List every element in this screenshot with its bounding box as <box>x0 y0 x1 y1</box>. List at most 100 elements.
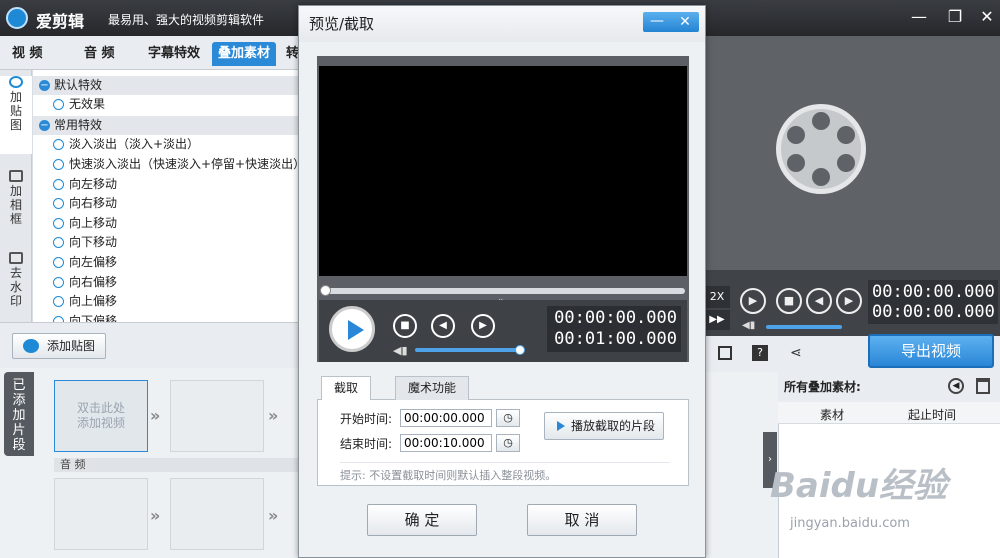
maximize-icon[interactable]: ❐ <box>942 6 968 28</box>
tab-magic-functions[interactable]: 魔术功能 <box>395 376 470 400</box>
radio-icon[interactable] <box>53 179 64 190</box>
group-label: 默认特效 <box>54 78 103 92</box>
effect-group-default[interactable]: − 默认特效 <box>33 76 300 95</box>
effect-label: 淡入淡出（淡入+淡出） <box>69 137 200 151</box>
effect-item[interactable]: 快速淡入淡出（快速淡入+停留+快速淡出） <box>53 155 300 174</box>
audio-slot[interactable] <box>54 478 148 550</box>
video-slot[interactable] <box>170 380 264 452</box>
confirm-button[interactable]: 确 定 <box>367 504 477 536</box>
effect-label: 向右移动 <box>69 196 118 210</box>
volume-handle[interactable] <box>515 345 525 355</box>
fast-forward-icon[interactable]: ▶▶ <box>704 310 730 330</box>
side-tabs: 加贴图 加相框 去水印 <box>0 70 32 322</box>
speed-button[interactable]: 2X <box>704 286 730 308</box>
audio-slot[interactable] <box>170 478 264 550</box>
radio-icon[interactable] <box>53 277 64 288</box>
watermark-icon <box>9 252 23 264</box>
main-timecode: 00:00:00.000 00:00:00.000 <box>868 280 998 324</box>
close-icon[interactable]: ✕ <box>974 6 1000 28</box>
radio-icon[interactable] <box>53 296 64 307</box>
effect-label: 向下移动 <box>69 235 118 249</box>
dialog-close-icon[interactable]: ✕ <box>671 12 699 32</box>
next-frame-icon[interactable]: ▶ <box>836 288 862 314</box>
add-sticker-button[interactable]: 添加贴图 <box>12 333 106 359</box>
tab-audio[interactable]: 音 频 <box>78 42 121 66</box>
effect-item[interactable]: 无效果 <box>53 95 105 114</box>
effect-label: 无效果 <box>69 97 106 111</box>
dialog-player: ⌄ ■ ◀ ▶ ◀▮ 00:00:00.000 00:01:00.000 <box>317 56 689 362</box>
effect-item[interactable]: 向右移动 <box>53 194 117 213</box>
radio-icon[interactable] <box>53 257 64 268</box>
radio-icon[interactable] <box>53 218 64 229</box>
effect-group-common[interactable]: − 常用特效 <box>33 116 300 135</box>
prev-frame-icon[interactable]: ◀ <box>431 314 455 338</box>
volume-icon[interactable]: ◀▮ <box>742 320 755 331</box>
end-time-input[interactable] <box>400 434 492 452</box>
cancel-button[interactable]: 取 消 <box>527 504 637 536</box>
trash-icon[interactable] <box>976 378 990 394</box>
stop-icon[interactable]: ■ <box>393 314 417 338</box>
effect-item[interactable]: 向下偏移 <box>53 312 117 322</box>
clock-icon[interactable]: ◷ <box>496 409 520 427</box>
help-icon[interactable]: ? <box>752 345 768 361</box>
effect-label: 向左移动 <box>69 177 118 191</box>
radio-icon[interactable] <box>53 99 64 110</box>
next-frame-icon[interactable]: ▶ <box>471 314 495 338</box>
effect-item[interactable]: 向上移动 <box>53 214 117 233</box>
effect-label: 向上移动 <box>69 216 118 230</box>
volume-icon[interactable]: ◀▮ <box>393 344 408 357</box>
play-icon[interactable]: ▶ <box>740 288 766 314</box>
chevron-right-icon: » <box>268 406 279 425</box>
cut-panel: 开始时间: ◷ 结束时间: ◷ 播放截取的片段 提示: 不设置截取时间则默认插入… <box>317 400 689 486</box>
side-tab-label: 加贴图 <box>9 90 22 132</box>
stop-icon[interactable]: ■ <box>776 288 802 314</box>
tab-cut[interactable]: 截取 <box>321 376 372 400</box>
effect-item[interactable]: 向下移动 <box>53 233 117 252</box>
effect-item[interactable]: 向右偏移 <box>53 273 117 292</box>
effect-item[interactable]: 向上偏移 <box>53 292 117 311</box>
collapse-icon: − <box>39 120 50 131</box>
add-video-slot[interactable]: 双击此处 添加视频 <box>54 380 148 452</box>
tab-overlay-material[interactable]: 叠加素材 <box>212 42 277 66</box>
side-tab-add-sticker[interactable]: 加贴图 <box>0 76 32 154</box>
effect-label: 向右偏移 <box>69 275 118 289</box>
start-time-input[interactable] <box>400 409 492 427</box>
tab-subtitle-effects[interactable]: 字幕特效 <box>142 42 206 66</box>
current-time: 00:00:00.000 <box>554 308 677 328</box>
overlay-panel-header: 所有叠加素材: ◀ <box>778 372 1000 402</box>
radio-icon[interactable] <box>53 159 64 170</box>
volume-slider[interactable] <box>415 345 525 355</box>
effect-label: 向左偏移 <box>69 255 118 269</box>
current-time: 00:00:00.000 <box>872 282 995 302</box>
end-time-label: 结束时间: <box>340 437 393 451</box>
overlay-panel-title: 所有叠加素材: <box>784 380 861 394</box>
save-icon[interactable] <box>718 346 732 360</box>
added-clips-tab[interactable]: 已添加片段 <box>4 372 34 456</box>
volume-slider[interactable] <box>766 325 842 329</box>
play-button[interactable] <box>329 306 375 352</box>
effect-item[interactable]: 向左移动 <box>53 175 117 194</box>
add-sticker-label: 添加贴图 <box>47 339 96 353</box>
tab-video[interactable]: 视 频 <box>6 42 49 66</box>
export-video-button[interactable]: 导出视频 <box>868 334 994 368</box>
back-icon[interactable]: ◀ <box>948 378 964 394</box>
radio-icon[interactable] <box>53 237 64 248</box>
seek-handle[interactable] <box>320 285 331 296</box>
minimize-icon[interactable]: — <box>906 6 932 28</box>
main-tabbar: 视 频 音 频 字幕特效 叠加素材 转 <box>0 36 300 70</box>
side-tab-add-frame[interactable]: 加相框 <box>0 170 32 248</box>
play-cut-label: 播放截取的片段 <box>571 419 656 433</box>
effect-item[interactable]: 淡入淡出（淡入+淡出） <box>53 135 199 154</box>
share-icon[interactable]: ⋖ <box>790 345 802 361</box>
app-slogan: 最易用、强大的视频剪辑软件 <box>108 13 265 27</box>
effect-item[interactable]: 向左偏移 <box>53 253 117 272</box>
radio-icon[interactable] <box>53 198 64 209</box>
radio-icon[interactable] <box>53 139 64 150</box>
play-cut-segment-button[interactable]: 播放截取的片段 <box>544 412 664 440</box>
dialog-minimize-icon[interactable]: — <box>643 12 671 32</box>
side-tab-remove-watermark[interactable]: 去水印 <box>0 252 32 322</box>
chevron-right-icon: » <box>150 506 161 525</box>
prev-frame-icon[interactable]: ◀ <box>806 288 832 314</box>
app-logo-icon <box>6 7 28 29</box>
clock-icon[interactable]: ◷ <box>496 434 520 452</box>
